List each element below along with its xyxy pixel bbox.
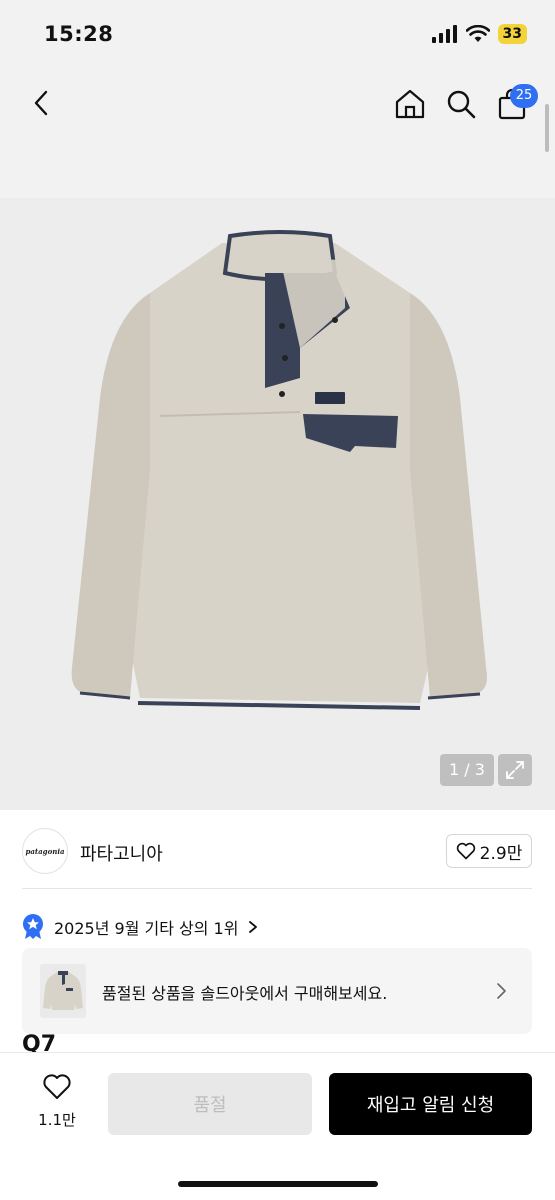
wifi-icon bbox=[465, 25, 490, 42]
ranking-text: 2025년 9월 기타 상의 1위 bbox=[54, 919, 239, 938]
home-indicator bbox=[178, 1181, 378, 1187]
brand-row: patagonia 파타고니아 2.9만 bbox=[0, 822, 555, 888]
chevron-right-icon bbox=[497, 983, 506, 999]
ranking-badge-icon bbox=[23, 914, 43, 939]
divider bbox=[22, 888, 532, 889]
search-icon bbox=[447, 90, 476, 119]
chevron-right-icon bbox=[249, 921, 258, 933]
nav-bar bbox=[0, 70, 555, 198]
brand-name[interactable]: 파타고니아 bbox=[80, 840, 163, 866]
home-button[interactable] bbox=[392, 86, 428, 122]
scrollbar bbox=[545, 104, 549, 152]
chevron-left-icon bbox=[34, 90, 48, 116]
soldout-banner[interactable]: 품절된 상품을 솔드아웃에서 구매해보세요. bbox=[22, 948, 532, 1034]
home-icon bbox=[395, 89, 425, 119]
expand-icon bbox=[506, 761, 524, 779]
wishlist-count: 1.1만 bbox=[38, 1111, 76, 1129]
cart-count-badge: 25 bbox=[510, 84, 538, 108]
status-icons: 33 bbox=[431, 24, 527, 44]
status-bar: 15:28 33 bbox=[0, 0, 555, 70]
brand-logo[interactable]: patagonia bbox=[22, 828, 68, 874]
image-counter: 1 / 3 bbox=[440, 754, 494, 786]
brand-like-count: 2.9만 bbox=[479, 843, 523, 864]
heart-icon bbox=[43, 1074, 71, 1099]
product-thumbnail bbox=[43, 971, 83, 1010]
signal-icon bbox=[431, 25, 457, 43]
soldout-thumbnail bbox=[40, 964, 86, 1018]
product-title: Q7 bbox=[22, 1032, 57, 1054]
status-time: 15:28 bbox=[44, 22, 114, 46]
ranking-link[interactable]: 2025년 9월 기타 상의 1위 bbox=[22, 912, 258, 942]
search-button[interactable] bbox=[443, 86, 479, 122]
bottom-action-bar: 1.1만 품절 재입고 알림 신청 bbox=[0, 1052, 555, 1200]
brand-like-button[interactable]: 2.9만 bbox=[446, 834, 532, 868]
soldout-banner-text: 품절된 상품을 솔드아웃에서 구매해보세요. bbox=[102, 984, 388, 1003]
heart-icon bbox=[456, 842, 475, 860]
brand-logo-text: patagonia bbox=[25, 846, 65, 856]
battery-indicator: 33 bbox=[497, 24, 527, 44]
restock-alert-button[interactable]: 재입고 알림 신청 bbox=[329, 1073, 532, 1135]
wishlist-button[interactable]: 1.1만 bbox=[34, 1073, 80, 1130]
soldout-button: 품절 bbox=[108, 1073, 312, 1135]
expand-image-button[interactable] bbox=[498, 754, 532, 786]
product-image-gallery[interactable]: 1 / 3 bbox=[0, 198, 555, 810]
product-image bbox=[71, 230, 487, 710]
back-button[interactable] bbox=[24, 86, 58, 120]
